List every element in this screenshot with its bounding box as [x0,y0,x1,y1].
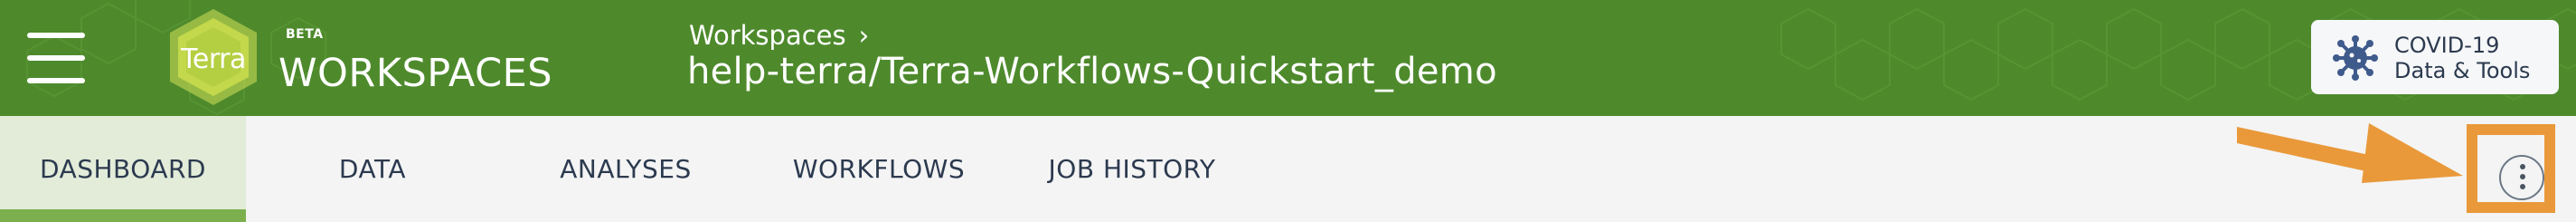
tab-dashboard[interactable]: DASHBOARD [0,116,246,222]
covid-line2: Data & Tools [2394,58,2531,83]
beta-badge: BETA [286,27,324,42]
app-header: Terra BETA WORKSPACES Workspaces › help-… [0,0,2576,116]
tab-data[interactable]: DATA [246,116,499,222]
terra-logo[interactable]: Terra [159,5,268,109]
tab-workflows[interactable]: WORKFLOWS [752,116,1005,222]
tab-job-history[interactable]: JOB HISTORY [1005,116,1259,222]
covid-line1: COVID-19 [2394,33,2500,58]
app-title[interactable]: WORKSPACES [278,51,552,96]
covid-button-label: COVID-19 Data & Tools [2394,33,2530,83]
vertical-dots-icon[interactable] [2499,155,2544,200]
more-actions-highlight [2467,124,2555,213]
logo-text: Terra [181,43,246,75]
chevron-right-icon: › [858,20,870,51]
tab-analyses[interactable]: ANALYSES [499,116,752,222]
hamburger-menu-icon[interactable] [27,33,85,83]
virus-icon [2333,35,2378,81]
workspace-title: help-terra/Terra-Workflows-Quickstart_de… [687,51,1497,92]
covid-data-tools-button[interactable]: COVID-19 Data & Tools [2311,20,2559,94]
breadcrumb-workspaces-link[interactable]: Workspaces [689,20,846,51]
breadcrumb: Workspaces › [689,20,869,51]
workspace-tab-bar: DASHBOARD DATA ANALYSES WORKFLOWS JOB HI… [0,116,2576,222]
annotation-arrow-icon [2237,123,2463,183]
